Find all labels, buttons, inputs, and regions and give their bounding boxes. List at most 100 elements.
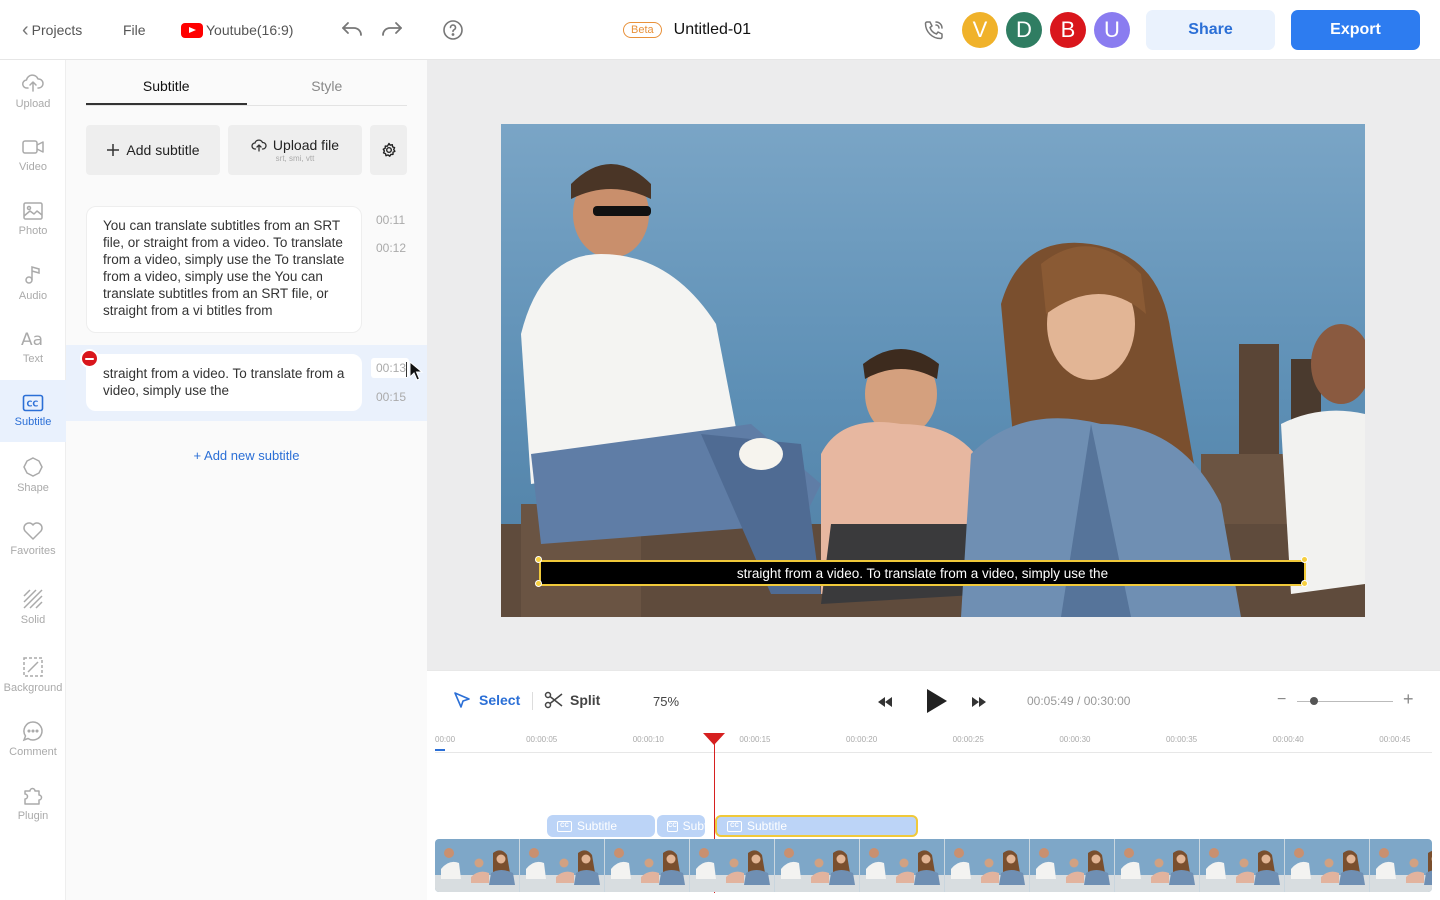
rail-item-text[interactable]: Aa Text bbox=[0, 316, 66, 378]
share-button[interactable]: Share bbox=[1146, 10, 1275, 50]
file-menu[interactable]: File bbox=[123, 0, 146, 60]
rail-item-solid[interactable]: Solid bbox=[0, 576, 66, 638]
resize-handle[interactable] bbox=[1301, 556, 1308, 563]
rail-item-audio[interactable]: Audio bbox=[0, 252, 66, 314]
filmstrip-frame bbox=[605, 839, 690, 892]
rail-item-photo[interactable]: Photo bbox=[0, 188, 66, 250]
fast-forward-button[interactable] bbox=[971, 695, 987, 713]
beta-badge: Beta bbox=[623, 22, 662, 38]
play-icon bbox=[927, 689, 947, 713]
split-label: Split bbox=[570, 692, 601, 708]
rail-item-favorites[interactable]: Favorites bbox=[0, 508, 66, 570]
toolbar-divider bbox=[532, 692, 533, 710]
video-frame-image bbox=[501, 124, 1365, 617]
ruler-start-marker bbox=[435, 749, 445, 751]
subtitle-clip[interactable]: CC Subtitle bbox=[547, 815, 655, 837]
rail-item-comment[interactable]: Comment bbox=[0, 708, 66, 770]
subtitle-start-time[interactable]: 00:11 bbox=[376, 213, 405, 227]
select-tool-button[interactable]: Select bbox=[453, 691, 520, 709]
tab-subtitle[interactable]: Subtitle bbox=[86, 78, 247, 105]
rail-item-background[interactable]: Background bbox=[0, 644, 66, 706]
subtitle-end-time[interactable]: 00:15 bbox=[376, 390, 406, 404]
subtitle-clip[interactable]: CC Subtitle bbox=[657, 815, 705, 837]
play-button[interactable] bbox=[924, 688, 948, 719]
collaborator-avatar[interactable]: D bbox=[1006, 12, 1042, 48]
resize-handle[interactable] bbox=[535, 580, 542, 587]
subtitle-item[interactable]: You can translate subtitles from an SRT … bbox=[86, 206, 362, 333]
shape-icon bbox=[23, 457, 43, 477]
cloud-upload-icon bbox=[251, 139, 267, 152]
clip-label: Subtitle bbox=[577, 819, 618, 833]
rewind-button[interactable] bbox=[877, 695, 893, 713]
back-label: Projects bbox=[31, 22, 83, 38]
video-track-filmstrip[interactable] bbox=[435, 839, 1432, 892]
undo-button[interactable] bbox=[340, 0, 364, 60]
rail-label: Text bbox=[22, 353, 44, 365]
clip-label: Subtitle bbox=[747, 819, 788, 833]
caption-overlay[interactable]: straight from a video. To translate from… bbox=[539, 560, 1306, 586]
resize-handle[interactable] bbox=[1301, 580, 1308, 587]
subtitle-text[interactable]: straight from a video. To translate from… bbox=[103, 366, 344, 398]
ruler-tick-label: 00:00:45 bbox=[1379, 735, 1411, 744]
resize-handle[interactable] bbox=[535, 556, 542, 563]
clip-label: Subtitle bbox=[682, 819, 705, 833]
filmstrip-frame bbox=[860, 839, 945, 892]
upload-file-button[interactable]: Upload file srt, smi, vtt bbox=[228, 125, 362, 175]
photo-icon bbox=[23, 202, 43, 220]
subtitle-start-time-input[interactable]: 00:13 bbox=[371, 358, 409, 378]
format-label: Youtube(16:9) bbox=[206, 22, 294, 38]
rail-item-upload[interactable]: Upload bbox=[0, 60, 66, 122]
rail-label: Video bbox=[19, 161, 47, 173]
zoom-level-select[interactable]: 75% bbox=[653, 694, 679, 709]
delete-subtitle-button[interactable] bbox=[80, 349, 99, 368]
subtitle-text[interactable]: You can translate subtitles from an SRT … bbox=[103, 218, 344, 318]
avatar-letter: B bbox=[1060, 17, 1076, 42]
rail-label: Solid bbox=[20, 614, 46, 626]
zoom-in-button[interactable]: + bbox=[1403, 689, 1414, 710]
export-button[interactable]: Export bbox=[1291, 10, 1420, 50]
redo-button[interactable] bbox=[380, 0, 404, 60]
rail-item-shape[interactable]: Shape bbox=[0, 444, 66, 506]
filmstrip-frame bbox=[1030, 839, 1115, 892]
filmstrip-frame bbox=[520, 839, 605, 892]
split-tool-button[interactable]: Split bbox=[544, 691, 600, 709]
subtitle-panel: Subtitle Style Add subtitle Upload file … bbox=[66, 60, 427, 900]
back-to-projects[interactable]: ‹ Projects bbox=[22, 0, 82, 60]
format-selector[interactable]: Youtube(16:9) bbox=[181, 0, 293, 60]
playhead-handle[interactable] bbox=[703, 733, 726, 745]
collaborator-avatar[interactable]: U bbox=[1094, 12, 1130, 48]
subtitle-settings-button[interactable] bbox=[370, 125, 407, 175]
subtitle-end-time[interactable]: 00:12 bbox=[376, 241, 406, 255]
add-new-subtitle-link[interactable]: + Add new subtitle bbox=[66, 448, 427, 463]
tool-rail: Upload Video Photo Audio Aa Text CC Subt… bbox=[0, 60, 66, 900]
collaborator-avatar[interactable]: V bbox=[962, 12, 998, 48]
filmstrip-frame bbox=[945, 839, 1030, 892]
rail-item-video[interactable]: Video bbox=[0, 124, 66, 186]
timeline-ruler[interactable]: 00:00 00:00:05 00:00:10 00:00:15 00:00:20 00:… bbox=[435, 729, 1432, 753]
rail-item-subtitle[interactable]: CC Subtitle bbox=[0, 380, 66, 442]
zoom-slider-knob[interactable] bbox=[1310, 697, 1319, 705]
select-label: Select bbox=[479, 692, 521, 708]
avatar-letter: V bbox=[972, 17, 988, 42]
subtitle-item-selected[interactable]: straight from a video. To translate from… bbox=[86, 354, 362, 411]
video-preview[interactable]: straight from a video. To translate from… bbox=[501, 124, 1365, 617]
ruler-tick-label: 00:00:35 bbox=[1165, 735, 1198, 744]
ruler-tick-label: 00:00:40 bbox=[1272, 735, 1304, 744]
time-readout: 00:05:49 / 00:30:00 bbox=[1027, 694, 1131, 708]
tab-style[interactable]: Style bbox=[247, 78, 408, 105]
ruler-tick-label: 00:00:05 bbox=[526, 735, 558, 744]
document-title[interactable]: Untitled-01 bbox=[674, 21, 751, 39]
collaborator-avatar[interactable]: B bbox=[1050, 12, 1086, 48]
call-button[interactable] bbox=[922, 0, 946, 60]
rail-item-plugin[interactable]: Plugin bbox=[0, 772, 66, 834]
add-subtitle-button[interactable]: Add subtitle bbox=[86, 125, 220, 175]
cursor-arrow-icon bbox=[454, 692, 470, 708]
zoom-out-button[interactable]: − bbox=[1277, 691, 1286, 709]
filmstrip-frame bbox=[1115, 839, 1200, 892]
help-button[interactable] bbox=[441, 0, 465, 60]
closed-caption-icon: CC bbox=[22, 394, 44, 412]
document-title-area: Beta Untitled-01 bbox=[623, 0, 751, 60]
panel-tabs: Subtitle Style bbox=[86, 78, 407, 106]
subtitle-clip-selected[interactable]: CC Subtitle bbox=[715, 815, 918, 837]
rail-label: Comment bbox=[9, 746, 57, 758]
